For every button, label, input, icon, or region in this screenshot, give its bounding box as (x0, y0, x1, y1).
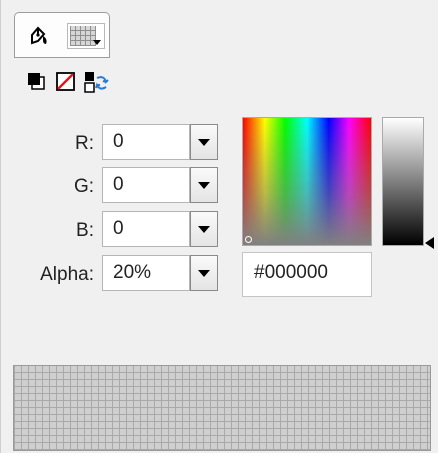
brightness-slider-handle[interactable] (425, 237, 434, 249)
r-input[interactable]: 0 (102, 124, 190, 160)
b-input[interactable]: 0 (102, 211, 190, 247)
r-label: R: (75, 133, 94, 154)
color-spectrum[interactable] (242, 117, 372, 246)
swap-colors-icon[interactable] (84, 71, 109, 93)
black-white-icon[interactable] (26, 71, 48, 93)
b-label: B: (76, 220, 94, 241)
g-label: G: (73, 176, 94, 197)
spectrum-saturation (243, 118, 371, 245)
brightness-slider[interactable] (382, 117, 424, 246)
chevron-down-icon (93, 40, 101, 45)
r-dropdown-button[interactable] (190, 124, 218, 160)
color-mixer-panel: R: 0 G: 0 B: 0 Alpha: 20% #000000 (0, 0, 438, 453)
hex-input[interactable]: #000000 (242, 252, 372, 297)
paint-bucket-icon[interactable] (27, 23, 53, 49)
spectrum-cursor[interactable] (245, 236, 252, 243)
fill-tool-box (14, 12, 110, 58)
g-input[interactable]: 0 (102, 167, 190, 203)
swatch-grid-dropdown[interactable] (67, 23, 105, 49)
b-dropdown-button[interactable] (190, 211, 218, 247)
color-swatch-grid[interactable] (13, 365, 431, 451)
alpha-input[interactable]: 20% (102, 255, 190, 291)
alpha-label: Alpha: (40, 264, 94, 285)
no-color-icon[interactable] (55, 71, 77, 93)
alpha-dropdown-button[interactable] (190, 255, 218, 291)
g-dropdown-button[interactable] (190, 167, 218, 203)
